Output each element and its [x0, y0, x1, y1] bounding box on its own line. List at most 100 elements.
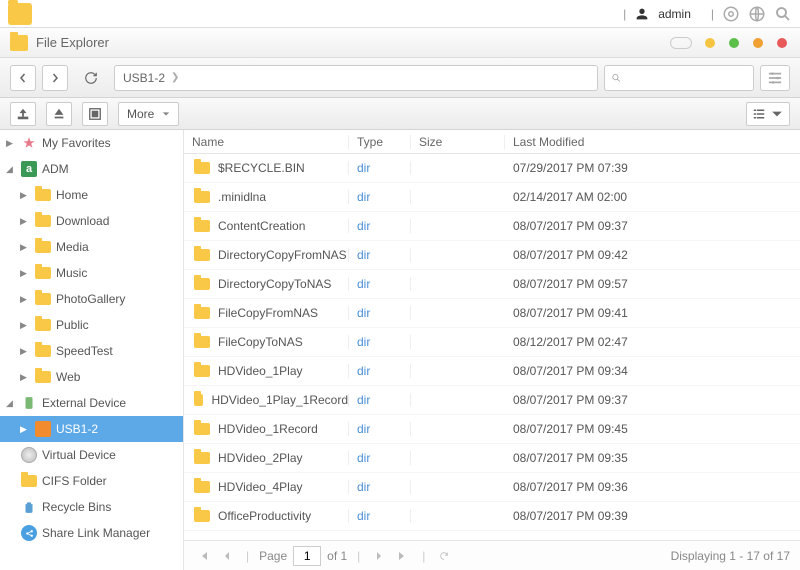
back-button[interactable]	[10, 65, 36, 91]
sidebar-item-folder[interactable]: ▶Home	[0, 182, 183, 208]
file-type: dir	[349, 219, 411, 233]
sidebar-item-favorites[interactable]: ▶ My Favorites	[0, 130, 183, 156]
globe-icon[interactable]	[748, 5, 766, 23]
table-row[interactable]: DirectoryCopyToNASdir08/07/2017 PM 09:57	[184, 270, 800, 299]
list-view-button[interactable]	[746, 102, 790, 126]
first-page-button[interactable]	[194, 547, 212, 565]
folder-icon	[194, 394, 203, 406]
file-name: HDVideo_1Play_1Record	[211, 393, 348, 407]
search-box[interactable]	[604, 65, 754, 91]
window-control-close[interactable]	[777, 38, 787, 48]
app-icon	[10, 35, 28, 51]
expand-icon[interactable]: ▶	[20, 346, 30, 357]
folder-icon	[194, 481, 210, 493]
sidebar-item-recycle[interactable]: Recycle Bins	[0, 494, 183, 520]
prev-page-button[interactable]	[218, 547, 236, 565]
expand-icon[interactable]: ▶	[20, 424, 30, 435]
collapse-icon[interactable]: ◢	[6, 398, 16, 409]
table-row[interactable]: HDVideo_2Playdir08/07/2017 PM 09:35	[184, 444, 800, 473]
refresh-button[interactable]	[78, 65, 104, 91]
window-control-green[interactable]	[729, 38, 739, 48]
folder-icon	[34, 291, 52, 307]
sidebar-item-folder[interactable]: ▶SpeedTest	[0, 338, 183, 364]
upload-button[interactable]	[10, 102, 36, 126]
search-icon[interactable]	[774, 5, 792, 23]
sidebar-item-folder[interactable]: ▶Download	[0, 208, 183, 234]
sidebar-item-folder[interactable]: ▶Public	[0, 312, 183, 338]
notifications-icon[interactable]	[722, 5, 740, 23]
collapse-icon[interactable]: ◢	[6, 164, 16, 175]
column-header-name[interactable]: Name	[184, 135, 349, 149]
file-name: OfficeProductivity	[218, 509, 311, 523]
file-type: dir	[349, 509, 411, 523]
folder-icon	[34, 369, 52, 385]
column-header-modified[interactable]: Last Modified	[505, 135, 800, 149]
table-row[interactable]: DirectoryCopyFromNASdir08/07/2017 PM 09:…	[184, 241, 800, 270]
forward-button[interactable]	[42, 65, 68, 91]
sidebar-item-usb[interactable]: ▶ USB1-2	[0, 416, 183, 442]
file-modified: 02/14/2017 AM 02:00	[505, 190, 800, 204]
toggle-switch[interactable]	[670, 37, 692, 49]
folder-icon	[34, 343, 52, 359]
refresh-page-button[interactable]	[435, 547, 453, 565]
table-row[interactable]: HDVideo_1Recorddir08/07/2017 PM 09:45	[184, 415, 800, 444]
column-header-type[interactable]: Type	[349, 135, 411, 149]
eject-button[interactable]	[46, 102, 72, 126]
settings-button[interactable]	[760, 65, 790, 91]
sidebar-item-folder[interactable]: ▶Media	[0, 234, 183, 260]
breadcrumb-item[interactable]: USB1-2	[123, 71, 165, 85]
table-row[interactable]: FileCopyFromNASdir08/07/2017 PM 09:41	[184, 299, 800, 328]
username-label[interactable]: admin	[658, 7, 691, 21]
column-headers: Name Type Size Last Modified	[184, 130, 800, 154]
more-button[interactable]: More	[118, 102, 179, 126]
page-input[interactable]	[293, 546, 321, 566]
app-launcher-icon[interactable]	[8, 3, 32, 25]
file-list-panel: Name Type Size Last Modified $RECYCLE.BI…	[184, 130, 800, 570]
table-row[interactable]: HDVideo_1Play_1Recorddir08/07/2017 PM 09…	[184, 386, 800, 415]
select-button[interactable]	[82, 102, 108, 126]
table-row[interactable]: FileCopyToNASdir08/12/2017 PM 02:47	[184, 328, 800, 357]
sidebar-item-label: USB1-2	[56, 422, 98, 436]
sidebar-item-folder[interactable]: ▶Web	[0, 364, 183, 390]
breadcrumb[interactable]: USB1-2 ❯	[114, 65, 598, 91]
window-control-yellow[interactable]	[705, 38, 715, 48]
expand-icon[interactable]: ▶	[6, 138, 16, 149]
file-name: DirectoryCopyFromNAS	[218, 248, 347, 262]
expand-icon[interactable]: ▶	[20, 268, 30, 279]
table-row[interactable]: HDVideo_4Playdir08/07/2017 PM 09:36	[184, 473, 800, 502]
file-modified: 08/07/2017 PM 09:34	[505, 364, 800, 378]
search-input[interactable]	[628, 71, 747, 85]
expand-icon[interactable]: ▶	[20, 216, 30, 227]
table-row[interactable]: $RECYCLE.BINdir07/29/2017 PM 07:39	[184, 154, 800, 183]
sidebar-item-label: ADM	[42, 162, 69, 176]
file-modified: 08/07/2017 PM 09:45	[505, 422, 800, 436]
recycle-icon	[20, 499, 38, 515]
expand-icon[interactable]: ▶	[20, 242, 30, 253]
table-row[interactable]: .minidlnadir02/14/2017 AM 02:00	[184, 183, 800, 212]
table-row[interactable]: ContentCreationdir08/07/2017 PM 09:37	[184, 212, 800, 241]
file-type: dir	[349, 451, 411, 465]
folder-icon	[34, 187, 52, 203]
folder-icon	[34, 239, 52, 255]
column-header-size[interactable]: Size	[411, 135, 505, 149]
last-page-button[interactable]	[394, 547, 412, 565]
file-name: DirectoryCopyToNAS	[218, 277, 331, 291]
sidebar-item-external-device[interactable]: ◢ External Device	[0, 390, 183, 416]
sidebar-item-virtual-device[interactable]: Virtual Device	[0, 442, 183, 468]
expand-icon[interactable]: ▶	[20, 294, 30, 305]
expand-icon[interactable]: ▶	[20, 320, 30, 331]
sidebar-item-folder[interactable]: ▶Music	[0, 260, 183, 286]
sidebar-item-share-link[interactable]: Share Link Manager	[0, 520, 183, 546]
sidebar-item-folder[interactable]: ▶PhotoGallery	[0, 286, 183, 312]
sidebar-item-cifs[interactable]: CIFS Folder	[0, 468, 183, 494]
expand-icon[interactable]: ▶	[20, 372, 30, 383]
table-row[interactable]: HDVideo_1Playdir08/07/2017 PM 09:34	[184, 357, 800, 386]
next-page-button[interactable]	[370, 547, 388, 565]
adm-icon: a	[20, 161, 38, 177]
table-row[interactable]: OfficeProductivitydir08/07/2017 PM 09:39	[184, 502, 800, 531]
window-control-orange[interactable]	[753, 38, 763, 48]
sidebar: ▶ My Favorites ◢ a ADM ▶Home▶Download▶Me…	[0, 130, 184, 570]
folder-icon	[194, 220, 210, 232]
sidebar-item-adm[interactable]: ◢ a ADM	[0, 156, 183, 182]
expand-icon[interactable]: ▶	[20, 190, 30, 201]
